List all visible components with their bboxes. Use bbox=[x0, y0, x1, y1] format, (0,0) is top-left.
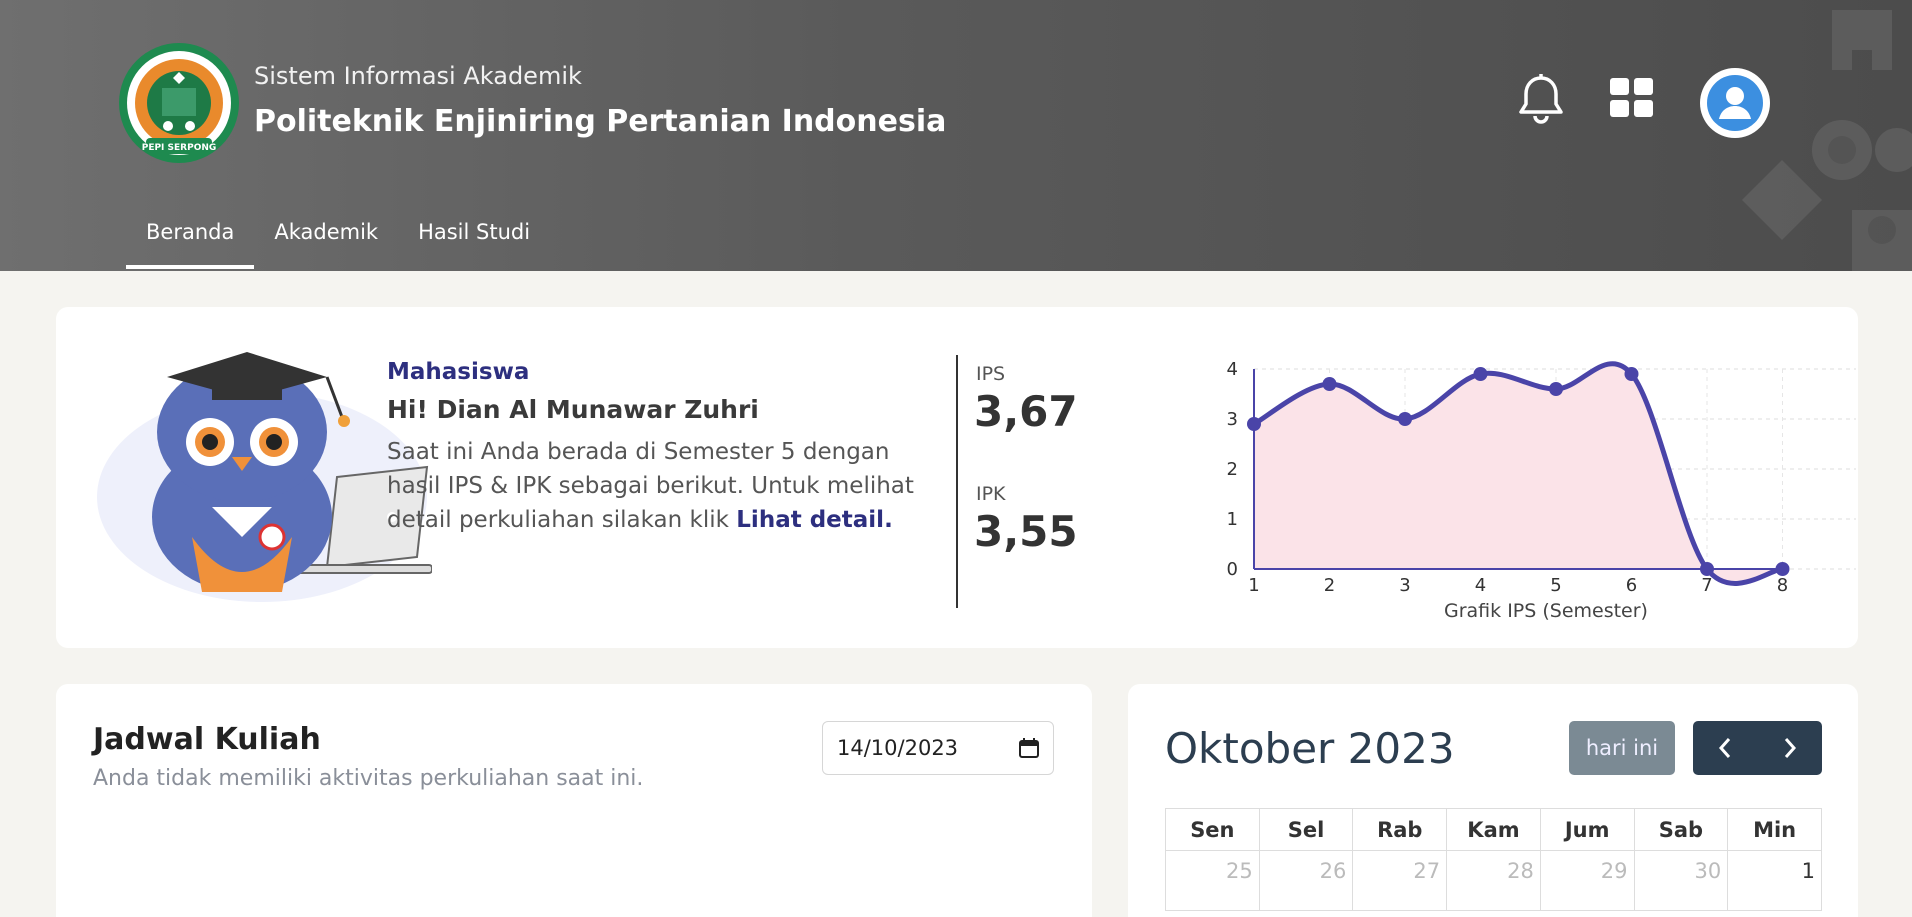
owl-mascot-illustration bbox=[97, 352, 432, 602]
ips-data-point bbox=[1549, 382, 1563, 396]
month-nav-group bbox=[1693, 721, 1822, 775]
student-greeting: Hi! Dian Al Munawar Zuhri bbox=[387, 395, 759, 424]
chevron-right-icon bbox=[1784, 738, 1796, 758]
y-tick-label: 0 bbox=[1227, 559, 1238, 580]
stats-divider bbox=[956, 355, 958, 608]
prev-month-button[interactable] bbox=[1693, 721, 1758, 775]
x-tick-label: 7 bbox=[1701, 575, 1712, 596]
x-tick-label: 3 bbox=[1399, 575, 1410, 596]
calendar-card: Oktober 2023 hari ini Sen Sel Rab Kam Ju… bbox=[1128, 684, 1858, 917]
chevron-left-icon bbox=[1719, 738, 1731, 758]
ips-data-point bbox=[1700, 562, 1714, 576]
weekday-header: Jum bbox=[1539, 808, 1635, 851]
ips-data-point bbox=[1624, 367, 1639, 381]
ips-area-fill bbox=[1254, 363, 1783, 584]
ips-line-chart: 012341 2 3 4 5 6 7 8Grafik IPS (Semester) bbox=[1227, 359, 1856, 622]
y-tick-label: 4 bbox=[1227, 359, 1238, 380]
tab-akademik[interactable]: Akademik bbox=[254, 216, 398, 271]
ips-data-point bbox=[1398, 412, 1412, 426]
y-tick-label: 2 bbox=[1227, 459, 1238, 480]
schedule-date-input[interactable]: 14/10/2023 bbox=[822, 721, 1054, 775]
calendar-day-cell[interactable]: 28 bbox=[1446, 850, 1541, 911]
ipk-label: IPK bbox=[976, 483, 1006, 505]
app-title: Politeknik Enjiniring Pertanian Indonesi… bbox=[254, 104, 947, 139]
x-tick-label: 6 bbox=[1626, 575, 1637, 596]
app-subtitle: Sistem Informasi Akademik bbox=[254, 62, 582, 90]
weekday-header: Min bbox=[1727, 808, 1822, 851]
semester-description: Saat ini Anda berada di Semester 5 denga… bbox=[387, 435, 947, 537]
detail-link[interactable]: Lihat detail. bbox=[736, 507, 893, 533]
calendar-day-cell[interactable]: 30 bbox=[1633, 850, 1729, 911]
next-month-button[interactable] bbox=[1758, 721, 1823, 775]
weekday-header: Sab bbox=[1633, 808, 1729, 851]
calendar-day-cell[interactable]: 29 bbox=[1539, 850, 1635, 911]
x-tick-label: 5 bbox=[1550, 575, 1561, 596]
x-axis-title: Grafik IPS (Semester) bbox=[1444, 600, 1648, 622]
y-tick-label: 3 bbox=[1227, 409, 1238, 430]
schedule-empty-message: Anda tidak memiliki aktivitas perkuliaha… bbox=[93, 766, 644, 791]
weekday-header: Rab bbox=[1352, 808, 1448, 851]
y-tick-label: 1 bbox=[1227, 509, 1238, 530]
x-tick-label: 8 bbox=[1777, 575, 1788, 596]
ipk-value: 3,55 bbox=[974, 507, 1078, 556]
calendar-icon[interactable] bbox=[1019, 738, 1039, 758]
role-label: Mahasiswa bbox=[387, 359, 530, 385]
today-button[interactable]: hari ini bbox=[1569, 721, 1675, 775]
weekday-header: Kam bbox=[1446, 808, 1541, 851]
user-icon bbox=[1707, 75, 1763, 131]
apps-grid-icon[interactable] bbox=[1610, 78, 1654, 118]
x-tick-label: 2 bbox=[1324, 575, 1335, 596]
calendar-day-cell[interactable]: 26 bbox=[1258, 850, 1354, 911]
logo-text-bottom: PEPI SERPONG bbox=[142, 143, 217, 153]
date-value: 14/10/2023 bbox=[837, 736, 959, 760]
batik-ornament-decoration bbox=[1742, 10, 1912, 271]
x-tick-label: 4 bbox=[1475, 575, 1486, 596]
ips-value: 3,67 bbox=[974, 387, 1078, 436]
weekday-header-row: Sen Sel Rab Kam Jum Sab Min bbox=[1165, 808, 1822, 851]
weekday-header: Sel bbox=[1258, 808, 1354, 851]
ips-label: IPS bbox=[976, 363, 1006, 385]
calendar-week-row: 25 26 27 28 29 30 1 bbox=[1165, 850, 1822, 911]
tab-beranda[interactable]: Beranda bbox=[126, 216, 255, 271]
calendar-grid: Sen Sel Rab Kam Jum Sab Min 25 26 27 28 … bbox=[1165, 808, 1822, 911]
schedule-card: Jadwal Kuliah Anda tidak memiliki aktivi… bbox=[56, 684, 1092, 917]
student-summary-card: Mahasiswa Hi! Dian Al Munawar Zuhri Saat… bbox=[56, 307, 1858, 648]
top-header: PEPI SERPONG Sistem Informasi Akademik P… bbox=[0, 0, 1912, 271]
calendar-day-cell[interactable]: 25 bbox=[1165, 850, 1260, 911]
x-tick-label: 1 bbox=[1248, 575, 1259, 596]
weekday-header: Sen bbox=[1165, 808, 1260, 851]
notification-bell-icon[interactable] bbox=[1518, 74, 1564, 124]
schedule-title: Jadwal Kuliah bbox=[93, 722, 321, 757]
ips-data-point bbox=[1247, 417, 1261, 431]
ips-data-point bbox=[1473, 367, 1488, 381]
tab-hasil-studi[interactable]: Hasil Studi bbox=[398, 216, 550, 271]
pepi-logo[interactable]: PEPI SERPONG bbox=[118, 42, 240, 164]
ips-data-point bbox=[1775, 562, 1790, 576]
calendar-month-title: Oktober 2023 bbox=[1165, 724, 1455, 773]
calendar-day-cell[interactable]: 1 bbox=[1727, 850, 1822, 911]
main-nav: Beranda Akademik Hasil Studi bbox=[126, 216, 550, 271]
calendar-day-cell[interactable]: 27 bbox=[1352, 850, 1448, 911]
user-avatar[interactable] bbox=[1700, 68, 1770, 138]
ips-data-point bbox=[1322, 377, 1337, 391]
